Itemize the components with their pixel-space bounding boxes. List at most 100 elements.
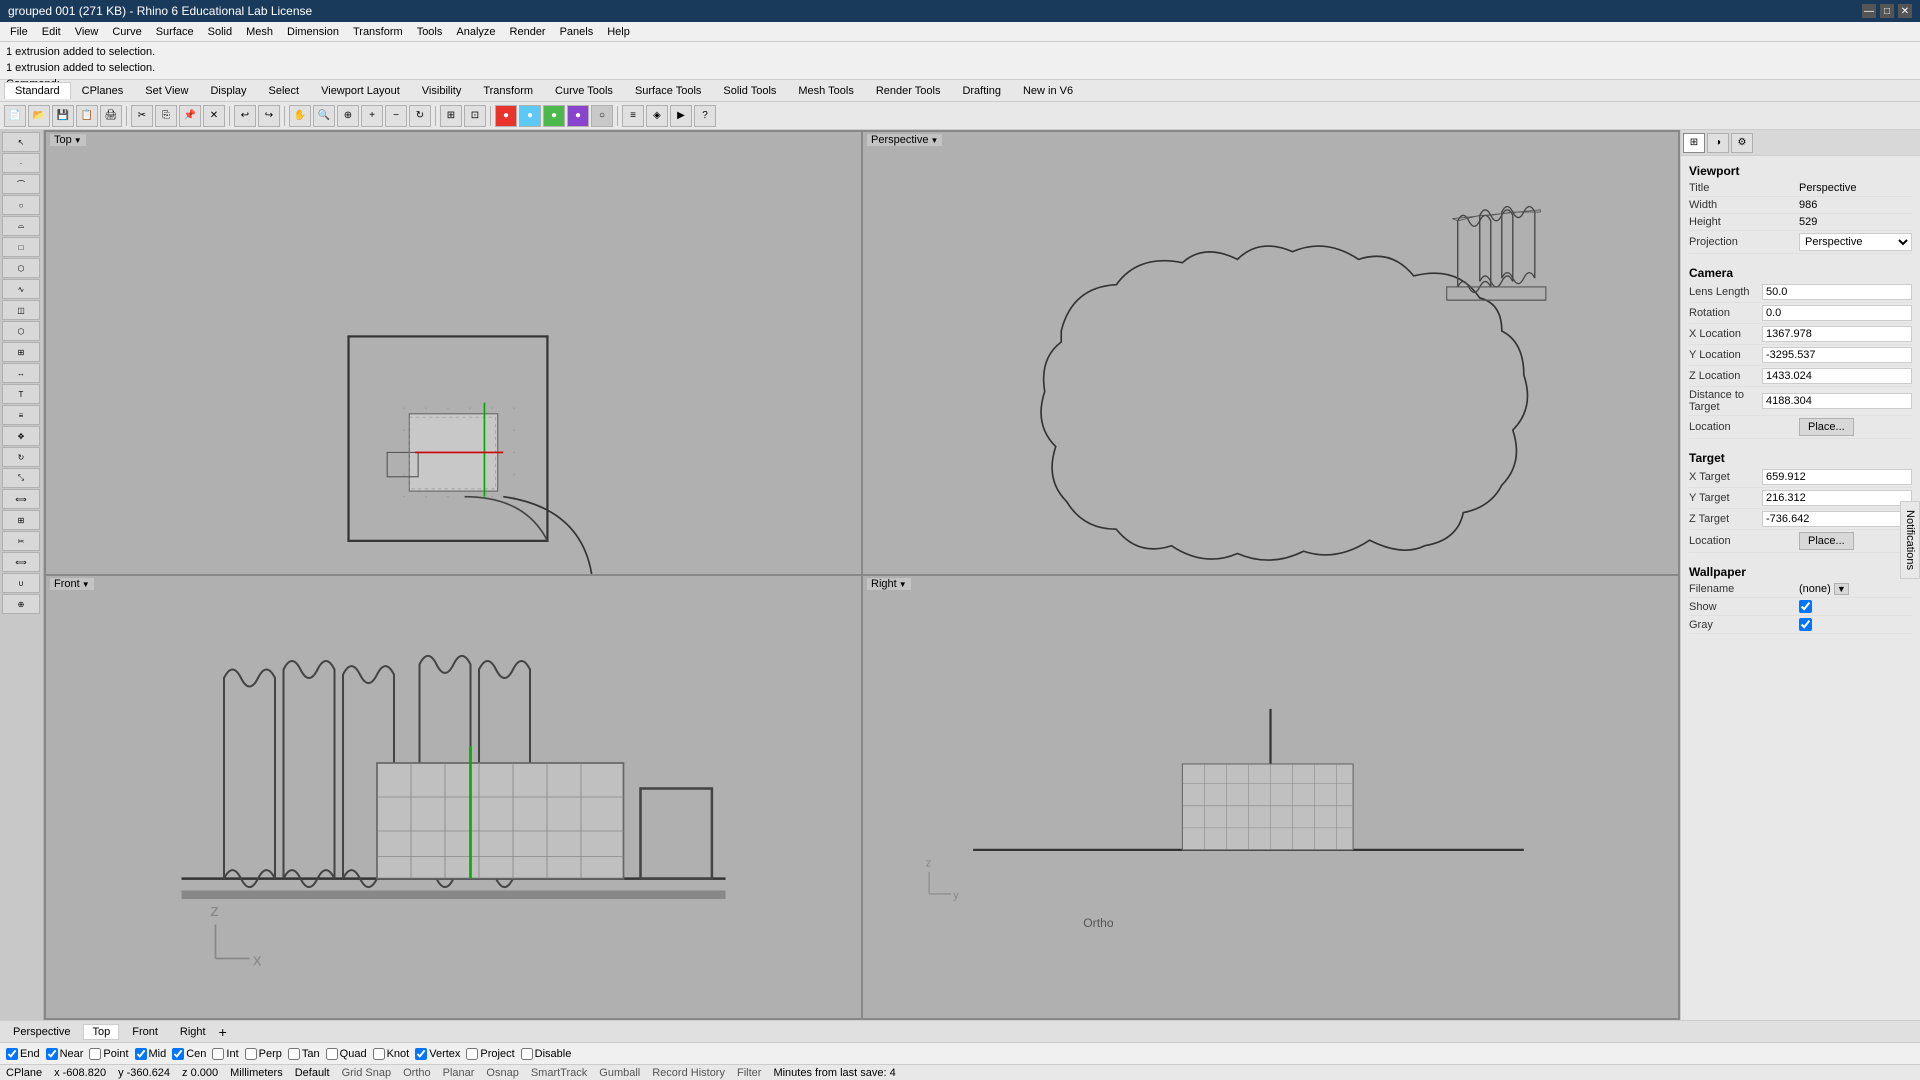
tab-viewport-layout[interactable]: Viewport Layout	[310, 82, 411, 99]
vptab-front[interactable]: Front	[123, 1024, 167, 1040]
menu-tools[interactable]: Tools	[411, 24, 449, 40]
tb-snap[interactable]: ⊡	[464, 105, 486, 127]
tool-extend[interactable]: ⟺	[2, 552, 40, 572]
tb-delete[interactable]: ✕	[203, 105, 225, 127]
cam-y-input[interactable]	[1762, 347, 1912, 363]
bottombar-smarttrack[interactable]: SmartTrack	[531, 1067, 587, 1079]
snap-int[interactable]: Int	[212, 1048, 238, 1060]
menu-panels[interactable]: Panels	[554, 24, 600, 40]
tab-drafting[interactable]: Drafting	[951, 82, 1012, 99]
tab-surface-tools[interactable]: Surface Tools	[624, 82, 712, 99]
tab-standard[interactable]: Standard	[4, 82, 71, 99]
tool-boolean[interactable]: ∪	[2, 573, 40, 593]
tb-open[interactable]: 📂	[28, 105, 50, 127]
snap-end[interactable]: End	[6, 1048, 40, 1060]
bottombar-filter[interactable]: Filter	[737, 1067, 761, 1079]
snap-perp[interactable]: Perp	[245, 1048, 282, 1060]
tgt-location-btn[interactable]: Place...	[1799, 532, 1854, 550]
bottombar-gumball[interactable]: Gumball	[599, 1067, 640, 1079]
tool-select[interactable]: ↖	[2, 132, 40, 152]
tool-polygon[interactable]: ⬡	[2, 258, 40, 278]
snap-quad[interactable]: Quad	[326, 1048, 367, 1060]
vp-projection-dropdown[interactable]: Perspective Parallel Top Front Right	[1799, 233, 1912, 251]
tab-solid-tools[interactable]: Solid Tools	[712, 82, 787, 99]
tool-scale[interactable]: ⤡	[2, 468, 40, 488]
bottombar-record-history[interactable]: Record History	[652, 1067, 725, 1079]
cam-location-btn[interactable]: Place...	[1799, 418, 1854, 436]
snap-mid[interactable]: Mid	[135, 1048, 167, 1060]
menu-view[interactable]: View	[69, 24, 105, 40]
viewport-front-arrow[interactable]: ▼	[82, 580, 90, 589]
tool-rotate[interactable]: ↻	[2, 447, 40, 467]
menu-edit[interactable]: Edit	[36, 24, 67, 40]
tb-save[interactable]: 💾	[52, 105, 74, 127]
viewport-right[interactable]: Right ▼ y z	[863, 576, 1678, 1018]
viewport-top-arrow[interactable]: ▼	[74, 136, 82, 145]
wp-filename-expand[interactable]: ▼	[1834, 583, 1849, 595]
tool-circle[interactable]: ○	[2, 195, 40, 215]
close-button[interactable]: ✕	[1898, 4, 1912, 18]
tool-surface[interactable]: ◫	[2, 300, 40, 320]
tool-arc[interactable]: ⌓	[2, 216, 40, 236]
snap-point[interactable]: Point	[89, 1048, 128, 1060]
cam-z-input[interactable]	[1762, 368, 1912, 384]
tb-new[interactable]: 📄	[4, 105, 26, 127]
menu-file[interactable]: File	[4, 24, 34, 40]
menu-mesh[interactable]: Mesh	[240, 24, 279, 40]
tool-gumball[interactable]: ⊕	[2, 594, 40, 614]
tb-grey[interactable]: ○	[591, 105, 613, 127]
tool-solid[interactable]: ⬡	[2, 321, 40, 341]
viewport-top-label[interactable]: Top ▼	[50, 134, 86, 146]
vptab-right[interactable]: Right	[171, 1024, 215, 1040]
tgt-y-input[interactable]	[1762, 490, 1912, 506]
tb-help[interactable]: ?	[694, 105, 716, 127]
tool-text[interactable]: T	[2, 384, 40, 404]
tab-transform[interactable]: Transform	[472, 82, 544, 99]
vptab-add[interactable]: +	[219, 1024, 227, 1040]
menu-analyze[interactable]: Analyze	[450, 24, 501, 40]
snap-vertex[interactable]: Vertex	[415, 1048, 460, 1060]
vptab-perspective[interactable]: Perspective	[4, 1024, 79, 1040]
menu-dimension[interactable]: Dimension	[281, 24, 345, 40]
minimize-button[interactable]: —	[1862, 4, 1876, 18]
menu-transform[interactable]: Transform	[347, 24, 409, 40]
tool-rectangle[interactable]: □	[2, 237, 40, 257]
viewport-front-label[interactable]: Front ▼	[50, 578, 94, 590]
viewport-perspective[interactable]: Perspective ▼	[863, 132, 1678, 574]
tab-visibility[interactable]: Visibility	[411, 82, 473, 99]
snap-cen[interactable]: Cen	[172, 1048, 206, 1060]
cam-dist-input[interactable]	[1762, 393, 1912, 409]
snap-tan[interactable]: Tan	[288, 1048, 320, 1060]
tab-curve-tools[interactable]: Curve Tools	[544, 82, 624, 99]
cam-lens-input[interactable]	[1762, 284, 1912, 300]
panel-icon-settings[interactable]: ⚙	[1731, 133, 1753, 153]
tb-saveas[interactable]: 📋	[76, 105, 98, 127]
maximize-button[interactable]: □	[1880, 4, 1894, 18]
notifications-side-tab[interactable]: Notifications	[1900, 501, 1920, 579]
panel-icon-display[interactable]: ◑	[1707, 133, 1729, 153]
bottombar-ortho[interactable]: Ortho	[403, 1067, 431, 1079]
snap-project[interactable]: Project	[466, 1048, 514, 1060]
tb-undo[interactable]: ↩	[234, 105, 256, 127]
tb-redo[interactable]: ↪	[258, 105, 280, 127]
snap-disable[interactable]: Disable	[521, 1048, 572, 1060]
tool-freeform[interactable]: ∿	[2, 279, 40, 299]
tool-array[interactable]: ⊞	[2, 510, 40, 530]
menu-surface[interactable]: Surface	[150, 24, 200, 40]
snap-near[interactable]: Near	[46, 1048, 84, 1060]
menu-help[interactable]: Help	[601, 24, 636, 40]
viewport-right-canvas[interactable]: y z Ortho	[863, 576, 1678, 1018]
tb-zoom-extents[interactable]: ⊕	[337, 105, 359, 127]
tool-point[interactable]: ·	[2, 153, 40, 173]
viewport-front[interactable]: Front ▼ x z	[46, 576, 861, 1018]
tb-paste[interactable]: 📌	[179, 105, 201, 127]
tb-cut[interactable]: ✂	[131, 105, 153, 127]
menu-curve[interactable]: Curve	[106, 24, 147, 40]
cam-rotation-input[interactable]	[1762, 305, 1912, 321]
tool-dimension[interactable]: ↔	[2, 363, 40, 383]
tb-zoom-in[interactable]: +	[361, 105, 383, 127]
tool-polyline[interactable]: ⌒	[2, 174, 40, 194]
cam-x-input[interactable]	[1762, 326, 1912, 342]
tb-copy[interactable]: ⎘	[155, 105, 177, 127]
tab-display[interactable]: Display	[199, 82, 257, 99]
